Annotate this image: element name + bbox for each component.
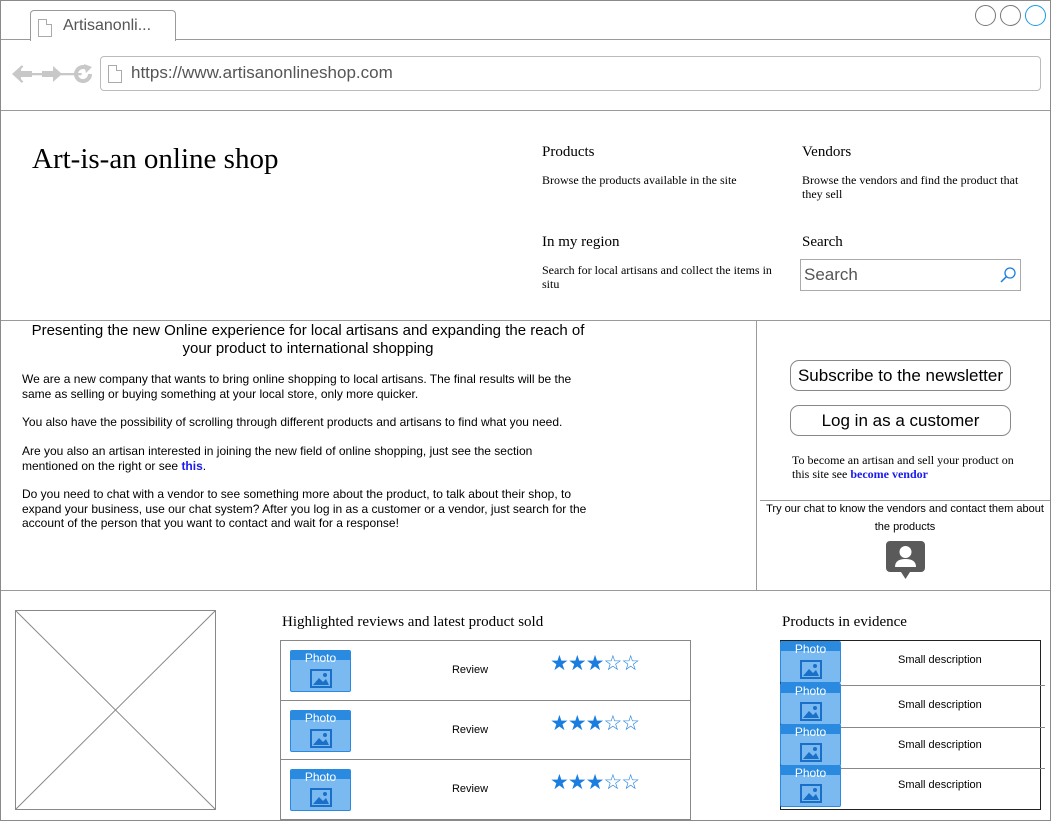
search-icon[interactable] xyxy=(999,266,1017,284)
evidence-title: Products in evidence xyxy=(782,614,907,630)
reload-icon xyxy=(74,64,93,84)
content-divider xyxy=(1,590,1050,591)
url-text[interactable]: https://www.artisanonlineshop.com xyxy=(131,63,393,83)
chat-icon-svg xyxy=(886,541,925,579)
chrome-divider xyxy=(1,110,1050,111)
page-icon xyxy=(38,19,52,37)
intro-paragraph-3-text: Are you also an artisan interested in jo… xyxy=(22,444,533,473)
evidence-description[interactable]: Small description xyxy=(898,779,982,791)
review-photo-3[interactable]: Photo xyxy=(290,769,351,811)
nav-vendors-link[interactable]: Vendors xyxy=(802,144,851,161)
review-label[interactable]: Review xyxy=(440,724,500,736)
nav-products-link[interactable]: Products xyxy=(542,144,595,161)
image-placeholder-svg xyxy=(15,610,216,810)
forward-arrow-icon xyxy=(42,66,62,82)
evidence-row-divider xyxy=(840,685,1045,686)
close-button[interactable] xyxy=(1025,5,1046,26)
nav-products-desc: Browse the products available in the sit… xyxy=(542,173,737,187)
evidence-row-divider xyxy=(840,727,1045,728)
intro-paragraph-3-end: . xyxy=(202,458,207,473)
rating-stars: ★★★☆☆ xyxy=(550,771,640,794)
review-label[interactable]: Review xyxy=(440,664,500,676)
photo-label: Photo xyxy=(304,770,337,784)
intro-paragraph-1: We are a new company that wants to bring… xyxy=(22,372,572,401)
chat-promo-text: Try our chat to know the vendors and con… xyxy=(766,503,1044,533)
column-divider xyxy=(756,320,757,590)
intro-paragraph-4: Do you need to chat with a vendor to see… xyxy=(22,487,587,530)
photo-label: Photo xyxy=(304,711,337,725)
evidence-photo-4[interactable]: Photo xyxy=(780,765,841,807)
review-label[interactable]: Review xyxy=(440,783,500,795)
photo-label: Photo xyxy=(794,684,827,698)
reviews-row-divider xyxy=(280,700,691,701)
back-arrow-svg xyxy=(12,66,32,82)
reload-button[interactable] xyxy=(71,62,95,86)
evidence-photo-2[interactable]: Photo xyxy=(780,683,841,725)
rating-stars: ★★★☆☆ xyxy=(550,652,640,675)
header-divider xyxy=(1,320,1050,321)
image-icon xyxy=(800,784,822,803)
page-icon xyxy=(108,65,122,83)
browser-tab[interactable]: Artisanonli... xyxy=(30,10,176,41)
contact-chat-icon[interactable] xyxy=(885,540,926,580)
review-photo-2[interactable]: Photo xyxy=(290,710,351,752)
nav-vendors-desc: Browse the vendors and find the product … xyxy=(802,173,1019,201)
intro-paragraph-2: You also have the possibility of scrolli… xyxy=(22,415,563,429)
intro-paragraph-3: Are you also an artisan interested in jo… xyxy=(22,444,562,473)
search-icon-svg xyxy=(1000,267,1016,283)
image-icon xyxy=(800,702,822,721)
become-vendor-text: To become an artisan and sell your produ… xyxy=(792,453,1027,481)
evidence-description[interactable]: Small description xyxy=(898,699,982,711)
maximize-button[interactable] xyxy=(1000,5,1021,26)
photo-label: Photo xyxy=(794,642,827,656)
minimize-button[interactable] xyxy=(975,5,996,26)
evidence-row-divider xyxy=(840,768,1045,769)
subscribe-newsletter-button[interactable]: Subscribe to the newsletter xyxy=(790,360,1011,391)
image-icon xyxy=(800,743,822,762)
image-icon xyxy=(800,660,822,679)
forward-button[interactable] xyxy=(40,62,64,86)
evidence-description[interactable]: Small description xyxy=(898,739,982,751)
intro-title: Presenting the new Online experience for… xyxy=(31,322,585,357)
photo-label: Photo xyxy=(304,651,337,665)
search-heading: Search xyxy=(802,234,843,250)
customer-login-button[interactable]: Log in as a customer xyxy=(790,405,1011,436)
photo-label: Photo xyxy=(794,725,827,739)
image-icon xyxy=(310,729,332,748)
nav-region-desc: Search for local artisans and collect th… xyxy=(542,263,772,291)
rating-stars: ★★★☆☆ xyxy=(550,712,640,735)
tab-title: Artisanonli... xyxy=(63,17,152,34)
reviews-title: Highlighted reviews and latest product s… xyxy=(282,614,544,630)
nav-region-link[interactable]: In my region xyxy=(542,234,619,251)
evidence-description[interactable]: Small description xyxy=(898,654,982,666)
search-input[interactable] xyxy=(804,263,992,287)
review-photo-1[interactable]: Photo xyxy=(290,650,351,692)
become-vendor-link[interactable]: become vendor xyxy=(850,467,928,481)
evidence-photo-1[interactable]: Photo xyxy=(780,641,841,683)
site-title[interactable]: Art-is-an online shop xyxy=(32,143,278,176)
reviews-row-divider xyxy=(280,759,691,760)
search-box[interactable] xyxy=(800,259,1021,291)
evidence-photo-3[interactable]: Photo xyxy=(780,724,841,766)
image-placeholder xyxy=(15,610,216,810)
image-icon xyxy=(310,669,332,688)
this-link[interactable]: this xyxy=(181,459,202,473)
back-button[interactable] xyxy=(10,62,34,86)
photo-label: Photo xyxy=(794,766,827,780)
image-icon xyxy=(310,788,332,807)
